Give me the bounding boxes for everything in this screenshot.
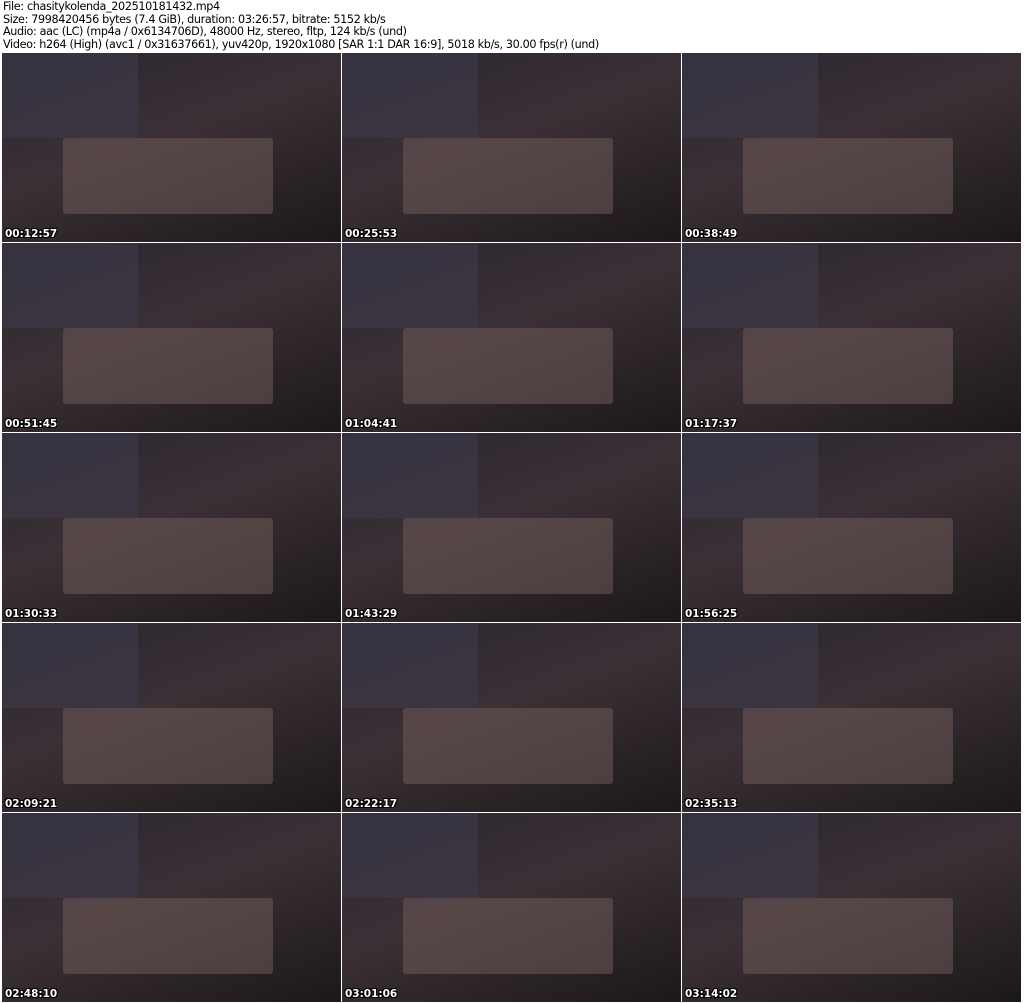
video-thumbnail: 02:48:10 xyxy=(2,813,341,1002)
thumbnail-timestamp: 00:25:53 xyxy=(345,228,398,240)
thumbnail-timestamp: 02:22:17 xyxy=(345,798,398,810)
thumbnail-timestamp: 01:04:41 xyxy=(345,418,398,430)
video-thumbnail: 00:25:53 xyxy=(342,53,681,242)
thumbnail-timestamp: 02:35:13 xyxy=(685,798,738,810)
thumbnail-timestamp: 02:48:10 xyxy=(5,988,58,1000)
thumbnail-timestamp: 01:17:37 xyxy=(685,418,738,430)
file-name: File: chasitykolenda_202510181432.mp4 xyxy=(3,0,220,13)
video-thumbnail: 02:09:21 xyxy=(2,623,341,812)
video-thumbnail: 01:30:33 xyxy=(2,433,341,622)
thumbnail-timestamp: 00:51:45 xyxy=(5,418,58,430)
thumbnail-timestamp: 03:01:06 xyxy=(345,988,398,1000)
video-thumbnail: 00:12:57 xyxy=(2,53,341,242)
video-thumbnail: 02:35:13 xyxy=(682,623,1021,812)
video-thumbnail: 01:17:37 xyxy=(682,243,1021,432)
thumbnail-grid: 00:12:57 00:25:53 00:38:49 00:51:45 01:04:41… xyxy=(2,53,1021,1002)
audio-info: Audio: aac (LC) (mp4a / 0x6134706D), 480… xyxy=(3,25,407,38)
thumbnail-timestamp: 00:12:57 xyxy=(5,228,58,240)
video-info: Video: h264 (High) (avc1 / 0x31637661), … xyxy=(3,37,599,51)
video-thumbnail: 01:56:25 xyxy=(682,433,1021,622)
video-thumbnail: 01:43:29 xyxy=(342,433,681,622)
thumbnail-timestamp: 02:09:21 xyxy=(5,798,58,810)
thumbnail-timestamp: 01:56:25 xyxy=(685,608,738,620)
file-info-header: File: chasitykolenda_202510181432.mp4 Si… xyxy=(3,0,599,51)
thumbnail-timestamp: 03:14:02 xyxy=(685,988,738,1000)
video-thumbnail: 02:22:17 xyxy=(342,623,681,812)
video-thumbnail: 00:38:49 xyxy=(682,53,1021,242)
video-thumbnail: 01:04:41 xyxy=(342,243,681,432)
thumbnail-timestamp: 01:43:29 xyxy=(345,608,398,620)
thumbnail-timestamp: 00:38:49 xyxy=(685,228,738,240)
thumbnail-timestamp: 01:30:33 xyxy=(5,608,58,620)
video-thumbnail: 03:01:06 xyxy=(342,813,681,1002)
video-thumbnail: 03:14:02 xyxy=(682,813,1021,1002)
video-thumbnail: 00:51:45 xyxy=(2,243,341,432)
